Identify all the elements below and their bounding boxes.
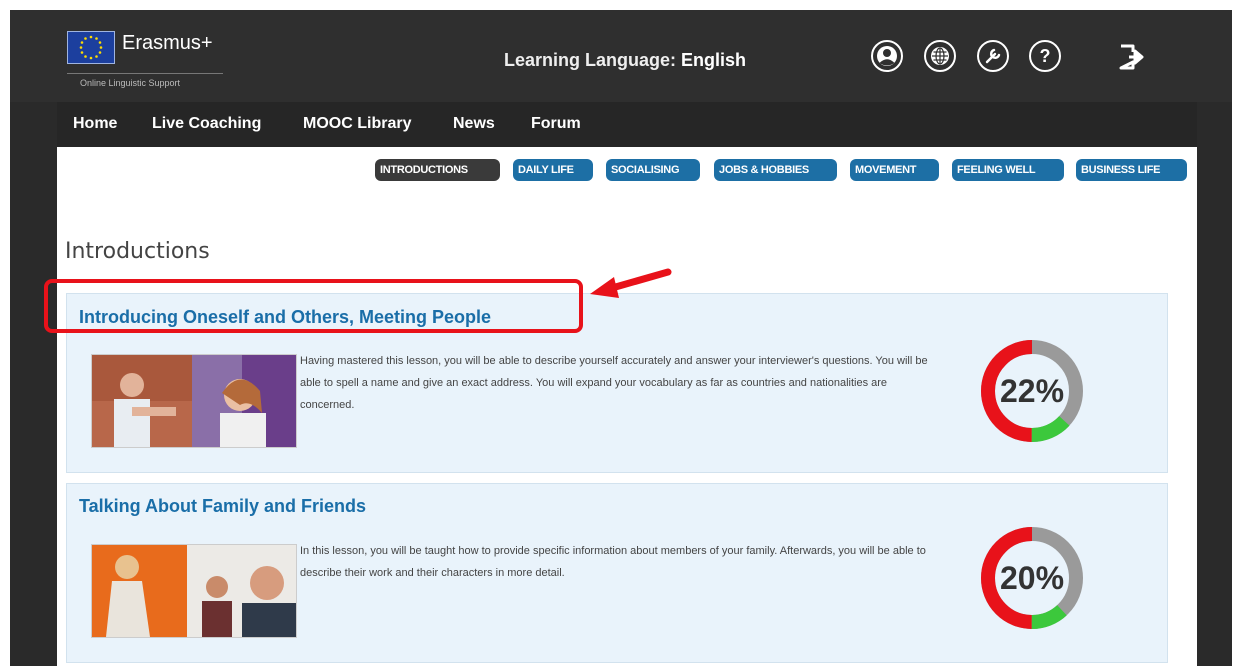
language-value: English xyxy=(681,50,747,70)
learning-language: Learning Language: English xyxy=(504,50,746,71)
logo-subtext: Online Linguistic Support xyxy=(80,78,181,88)
eu-flag-logo[interactable] xyxy=(67,31,115,64)
main-nav: Home Live Coaching MOOC Library News For… xyxy=(57,102,1197,147)
lesson-thumbnail[interactable] xyxy=(91,354,297,448)
progress-ring: 22% xyxy=(980,339,1084,443)
progress-percent: 20% xyxy=(999,559,1065,596)
tag-socialising[interactable]: SOCIALISING xyxy=(606,159,700,181)
section-title: Introductions xyxy=(65,239,210,264)
tag-business-life[interactable]: BUSINESS LIFE xyxy=(1076,159,1187,181)
tag-jobs-hobbies[interactable]: JOBS & HOBBIES xyxy=(714,159,837,181)
tag-daily-life[interactable]: DAILY LIFE xyxy=(513,159,593,181)
nav-home[interactable]: Home xyxy=(73,115,117,133)
tag-feeling-well[interactable]: FEELING WELL xyxy=(952,159,1064,181)
help-icon[interactable]: ? xyxy=(1029,40,1061,72)
annotation-arrow-icon xyxy=(590,268,672,298)
highlight-box xyxy=(44,279,583,333)
wrench-icon[interactable] xyxy=(977,40,1009,72)
lesson-title-link[interactable]: Talking About Family and Friends xyxy=(79,496,366,517)
lesson-thumbnail[interactable] xyxy=(91,544,297,638)
nav-mooc-library[interactable]: MOOC Library xyxy=(303,115,411,133)
tag-introductions[interactable]: INTRODUCTIONS xyxy=(375,159,500,181)
header-bar: Erasmus+ Online Linguistic Support Learn… xyxy=(10,10,1232,102)
user-icon[interactable] xyxy=(871,40,903,72)
progress-percent: 22% xyxy=(999,372,1065,409)
logo-divider xyxy=(67,73,223,74)
globe-icon[interactable] xyxy=(924,40,956,72)
content-area: INTRODUCTIONS DAILY LIFE SOCIALISING JOB… xyxy=(57,147,1197,666)
progress-ring: 20% xyxy=(980,526,1084,630)
nav-live-coaching[interactable]: Live Coaching xyxy=(152,115,261,133)
lesson-card[interactable]: Talking About Family and Friends In this… xyxy=(66,483,1168,663)
logout-icon[interactable] xyxy=(1117,42,1147,72)
nav-forum[interactable]: Forum xyxy=(531,115,581,133)
lesson-description: In this lesson, you will be taught how t… xyxy=(300,545,926,579)
nav-news[interactable]: News xyxy=(453,115,495,133)
logo-text[interactable]: Erasmus+ xyxy=(122,32,213,55)
lesson-description: Having mastered this lesson, you will be… xyxy=(300,355,928,411)
language-label: Learning Language: xyxy=(504,50,677,70)
tag-movement[interactable]: MOVEMENT xyxy=(850,159,939,181)
browser-frame: Erasmus+ Online Linguistic Support Learn… xyxy=(10,10,1232,666)
